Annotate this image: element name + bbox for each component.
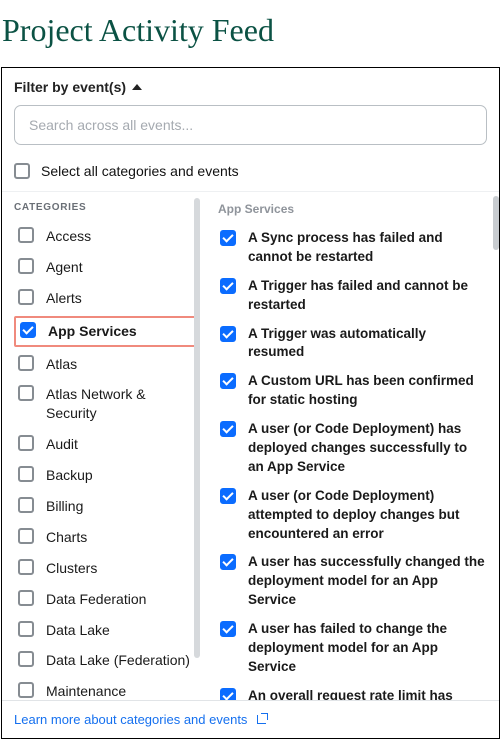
event-checkbox[interactable] — [220, 488, 236, 504]
category-checkbox[interactable] — [18, 621, 34, 637]
event-label: A user (or Code Deployment) has deployed… — [248, 420, 485, 477]
event-item[interactable]: A Trigger was automatically resumed — [218, 320, 487, 368]
scrollbar[interactable] — [194, 198, 200, 658]
category-item[interactable]: Audit — [14, 429, 196, 460]
event-item[interactable]: A Trigger has failed and cannot be resta… — [218, 272, 487, 320]
event-checkbox[interactable] — [220, 688, 236, 700]
event-checkbox[interactable] — [220, 230, 236, 246]
category-label: Backup — [46, 466, 93, 485]
category-label: Atlas — [46, 355, 77, 374]
category-checkbox[interactable] — [18, 497, 34, 513]
select-all-label: Select all categories and events — [41, 163, 239, 179]
event-item[interactable]: A Sync process has failed and cannot be … — [218, 224, 487, 272]
category-item[interactable]: Data Lake — [14, 615, 196, 646]
event-checkbox[interactable] — [220, 278, 236, 294]
filter-toggle[interactable]: Filter by event(s) — [14, 79, 487, 95]
event-label: A Custom URL has been confirmed for stat… — [248, 372, 485, 410]
category-label: Data Lake (Federation) — [46, 651, 190, 670]
category-item[interactable]: Agent — [14, 252, 196, 283]
category-item[interactable]: Maintenance — [14, 676, 196, 700]
category-item[interactable]: Data Lake (Federation) — [14, 645, 196, 676]
category-label: Maintenance — [46, 682, 126, 700]
panel-footer: Learn more about categories and events — [2, 700, 499, 738]
category-label: Atlas Network & Security — [46, 385, 192, 423]
event-checkbox[interactable] — [220, 326, 236, 342]
category-checkbox[interactable] — [18, 435, 34, 451]
select-all-checkbox[interactable] — [14, 163, 30, 179]
category-label: Audit — [46, 435, 78, 454]
category-item[interactable]: Billing — [14, 491, 196, 522]
category-item[interactable]: Access — [14, 221, 196, 252]
category-checkbox[interactable] — [18, 528, 34, 544]
event-label: A user has successfully changed the depl… — [248, 553, 485, 610]
category-label: Billing — [46, 497, 83, 516]
category-checkbox[interactable] — [18, 466, 34, 482]
category-item[interactable]: Atlas Network & Security — [14, 379, 196, 429]
filter-panel: Filter by event(s) Select all categories… — [1, 67, 500, 739]
category-item[interactable]: App Services — [14, 316, 196, 347]
event-item[interactable]: A user (or Code Deployment) attempted to… — [218, 482, 487, 549]
event-label: A Trigger has failed and cannot be resta… — [248, 277, 485, 315]
category-checkbox[interactable] — [18, 682, 34, 698]
learn-more-text: Learn more about categories and events — [14, 712, 247, 727]
search-input[interactable] — [14, 105, 487, 145]
category-label: App Services — [48, 322, 137, 341]
category-item[interactable]: Clusters — [14, 553, 196, 584]
category-checkbox[interactable] — [18, 385, 34, 401]
event-label: A Sync process has failed and cannot be … — [248, 229, 485, 267]
event-checkbox[interactable] — [220, 621, 236, 637]
category-label: Charts — [46, 528, 87, 547]
category-checkbox[interactable] — [18, 289, 34, 305]
category-label: Access — [46, 227, 91, 246]
learn-more-link[interactable]: Learn more about categories and events — [14, 712, 268, 727]
event-label: A user has failed to change the deployme… — [248, 620, 485, 677]
category-label: Data Lake — [46, 621, 110, 640]
events-header: App Services — [218, 202, 487, 216]
category-checkbox[interactable] — [18, 651, 34, 667]
event-item[interactable]: A user has successfully changed the depl… — [218, 548, 487, 615]
category-label: Agent — [46, 258, 83, 277]
category-checkbox[interactable] — [18, 559, 34, 575]
category-item[interactable]: Charts — [14, 522, 196, 553]
page-title: Project Activity Feed — [0, 0, 503, 67]
category-label: Data Federation — [46, 590, 146, 609]
caret-up-icon — [132, 84, 142, 90]
event-item[interactable]: A user (or Code Deployment) has deployed… — [218, 415, 487, 482]
event-checkbox[interactable] — [220, 554, 236, 570]
event-item[interactable]: A Custom URL has been confirmed for stat… — [218, 367, 487, 415]
event-item[interactable]: A user has failed to change the deployme… — [218, 615, 487, 682]
categories-header: CATEGORIES — [14, 202, 196, 213]
category-label: Clusters — [46, 559, 97, 578]
category-checkbox[interactable] — [18, 258, 34, 274]
category-item[interactable]: Alerts — [14, 283, 196, 314]
category-label: Alerts — [46, 289, 82, 308]
categories-column: CATEGORIES Access Agent Alerts App Services… — [2, 192, 202, 700]
event-checkbox[interactable] — [220, 421, 236, 437]
event-label: A user (or Code Deployment) attempted to… — [248, 487, 485, 544]
category-checkbox[interactable] — [18, 355, 34, 371]
category-item[interactable]: Backup — [14, 460, 196, 491]
category-item[interactable]: Atlas — [14, 349, 196, 380]
events-column: App Services A Sync process has failed a… — [202, 192, 499, 700]
event-label: An overall request rate limit has been h… — [248, 687, 485, 700]
event-checkbox[interactable] — [220, 373, 236, 389]
category-checkbox[interactable] — [20, 322, 36, 338]
category-item[interactable]: Data Federation — [14, 584, 196, 615]
category-checkbox[interactable] — [18, 590, 34, 606]
event-item[interactable]: An overall request rate limit has been h… — [218, 682, 487, 700]
scrollbar[interactable] — [493, 196, 499, 250]
external-link-icon — [257, 713, 268, 724]
filter-label-text: Filter by event(s) — [14, 79, 126, 95]
event-label: A Trigger was automatically resumed — [248, 325, 485, 363]
category-checkbox[interactable] — [18, 227, 34, 243]
